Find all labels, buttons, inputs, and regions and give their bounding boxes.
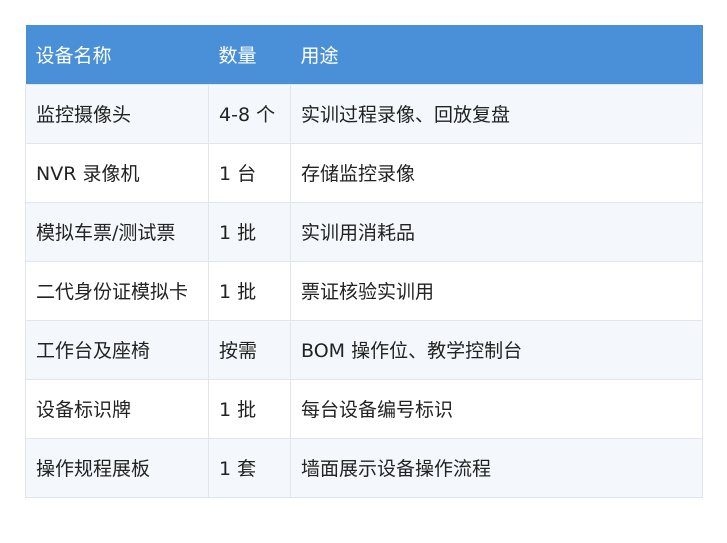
table-row: 工作台及座椅 按需 BOM 操作位、教学控制台: [25, 319, 703, 380]
cell-quantity: 1 批: [208, 201, 291, 262]
cell-quantity: 1 台: [208, 142, 291, 203]
cell-equipment-name: 二代身份证模拟卡: [25, 260, 209, 321]
table-row: 二代身份证模拟卡 1 批 票证核验实训用: [25, 260, 703, 321]
table-row: NVR 录像机 1 台 存储监控录像: [25, 142, 703, 203]
cell-equipment-name: 操作规程展板: [25, 437, 209, 498]
cell-purpose: 实训用消耗品: [290, 201, 703, 262]
cell-equipment-name: NVR 录像机: [25, 142, 209, 203]
table-row: 模拟车票/测试票 1 批 实训用消耗品: [25, 201, 703, 262]
table-header: 设备名称 数量 用途: [25, 25, 703, 84]
cell-purpose: BOM 操作位、教学控制台: [290, 319, 703, 380]
equipment-table: 设备名称 数量 用途 监控摄像头 4-8 个 实训过程录像、回放复盘 NVR 录…: [25, 25, 703, 498]
cell-equipment-name: 设备标识牌: [25, 378, 209, 439]
table-row: 设备标识牌 1 批 每台设备编号标识: [25, 378, 703, 439]
header-equipment-name: 设备名称: [25, 25, 209, 84]
cell-purpose: 票证核验实训用: [290, 260, 703, 321]
cell-equipment-name: 模拟车票/测试票: [25, 201, 209, 262]
header-purpose: 用途: [290, 25, 703, 84]
cell-quantity: 按需: [208, 319, 291, 380]
table-row: 监控摄像头 4-8 个 实训过程录像、回放复盘: [25, 83, 703, 144]
cell-quantity: 4-8 个: [208, 83, 291, 144]
cell-quantity: 1 套: [208, 437, 291, 498]
cell-purpose: 墙面展示设备操作流程: [290, 437, 703, 498]
cell-equipment-name: 工作台及座椅: [25, 319, 209, 380]
cell-purpose: 存储监控录像: [290, 142, 703, 203]
cell-purpose: 实训过程录像、回放复盘: [290, 83, 703, 144]
header-quantity: 数量: [208, 25, 291, 84]
table-body: 监控摄像头 4-8 个 实训过程录像、回放复盘 NVR 录像机 1 台 存储监控…: [25, 83, 703, 498]
cell-quantity: 1 批: [208, 260, 291, 321]
header-row: 设备名称 数量 用途: [25, 25, 703, 84]
table-row: 操作规程展板 1 套 墙面展示设备操作流程: [25, 437, 703, 498]
cell-equipment-name: 监控摄像头: [25, 83, 209, 144]
cell-purpose: 每台设备编号标识: [290, 378, 703, 439]
equipment-table-container: 设备名称 数量 用途 监控摄像头 4-8 个 实训过程录像、回放复盘 NVR 录…: [25, 25, 703, 498]
cell-quantity: 1 批: [208, 378, 291, 439]
